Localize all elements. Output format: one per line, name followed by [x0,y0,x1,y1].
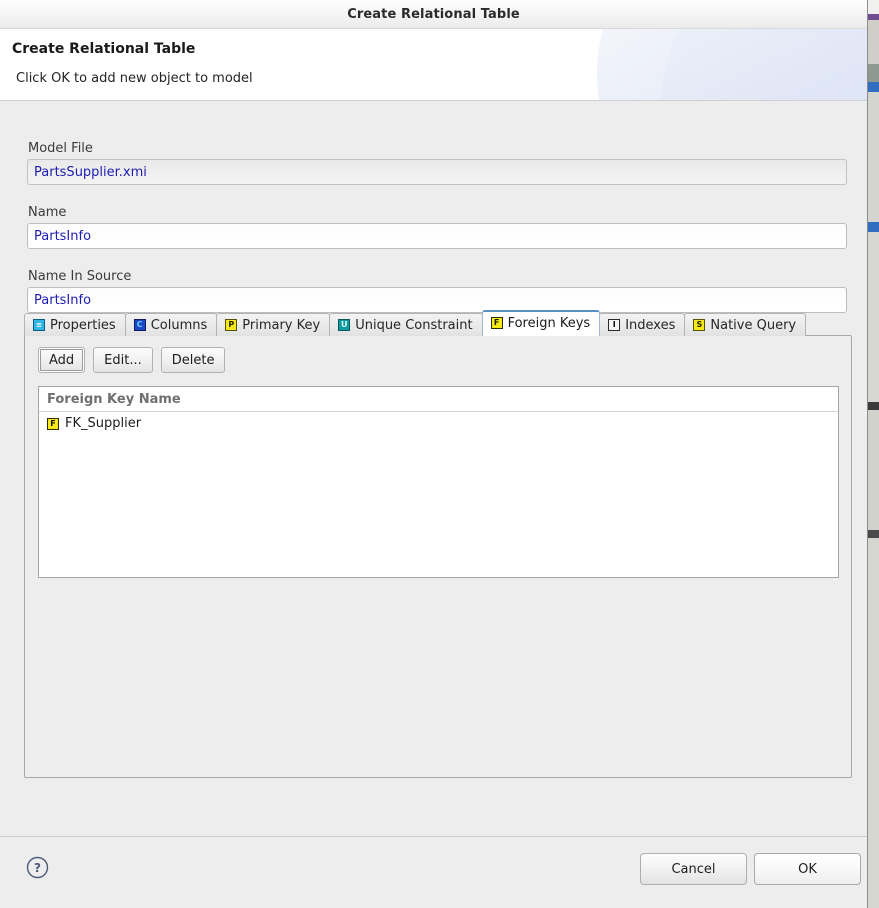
properties-icon: ≡ [33,319,45,331]
tab-indexes[interactable]: I Indexes [599,313,686,336]
banner-subtitle: Click OK to add new object to model [16,71,253,86]
tab-label: Columns [150,317,208,333]
tab-properties[interactable]: ≡ Properties [24,313,126,336]
bg-seg [868,232,879,402]
bg-seg [868,410,879,530]
edit-button[interactable]: Edit... [93,347,153,373]
tab-foreign-keys[interactable]: F Foreign Keys [481,310,601,336]
foreign-keys-toolbar: Add Edit... Delete [38,347,226,373]
tab-folder: ≡ Properties C Columns P Primary Key U U… [24,310,852,779]
name-label: Name [28,205,67,220]
bg-seg [868,64,879,82]
tab-label: Unique Constraint [355,317,473,333]
dialog-banner: Create Relational Table Click OK to add … [0,29,867,101]
name-in-source-label: Name In Source [28,269,132,284]
dialog-body: Model File Name Name In Source ≡ Propert… [0,101,867,838]
dialog-title: Create Relational Table [347,6,520,22]
bg-seg [868,538,879,908]
tab-strip: ≡ Properties C Columns P Primary Key U U… [24,310,807,336]
list-column-header[interactable]: Foreign Key Name [39,387,838,412]
column-header-label: Foreign Key Name [47,391,181,407]
foreign-key-icon: F [47,417,59,430]
tab-label: Primary Key [242,317,321,333]
foreign-keys-panel: Add Edit... Delete Foreign Key Name F FK… [24,335,852,778]
tab-label: Properties [50,317,116,333]
tab-native-query[interactable]: S Native Query [684,313,807,336]
ok-button[interactable]: OK [754,853,861,885]
model-file-label: Model File [28,141,93,156]
banner-decoration-secondary-icon [662,29,867,100]
bg-seg [868,0,879,14]
help-icon[interactable]: ? [26,856,49,879]
foreign-key-name: FK_Supplier [65,416,142,431]
dialog-titlebar: Create Relational Table [0,0,867,29]
svg-text:?: ? [34,861,41,875]
table-row[interactable]: F FK_Supplier [39,412,838,435]
tab-label: Indexes [625,317,676,333]
bg-seg [868,402,879,410]
bg-seg [868,20,879,64]
cancel-button[interactable]: Cancel [640,853,747,885]
foreign-keys-list[interactable]: Foreign Key Name F FK_Supplier [38,386,839,578]
primary-key-icon: P [225,319,238,331]
columns-icon: C [133,319,146,331]
tab-unique-constraint[interactable]: U Unique Constraint [329,313,483,336]
bg-seg [868,530,879,538]
create-relational-table-dialog: Create Relational Table Create Relationa… [0,0,868,908]
bg-seg [868,222,879,232]
bg-seg [868,82,879,92]
unique-constraint-icon: U [338,319,351,331]
tab-label: Foreign Keys [507,315,591,331]
index-icon: I [608,319,621,331]
bg-seg [868,92,879,222]
tab-columns[interactable]: C Columns [124,313,218,336]
model-file-input[interactable] [27,159,847,185]
delete-button[interactable]: Delete [160,347,226,373]
name-input[interactable] [27,223,847,249]
native-query-icon: S [693,319,706,331]
background-window-strip [868,0,879,908]
tab-primary-key[interactable]: P Primary Key [216,313,331,336]
tab-label: Native Query [710,317,797,333]
foreign-key-icon: F [490,317,503,329]
banner-title: Create Relational Table [12,41,196,57]
add-button[interactable]: Add [38,347,86,373]
